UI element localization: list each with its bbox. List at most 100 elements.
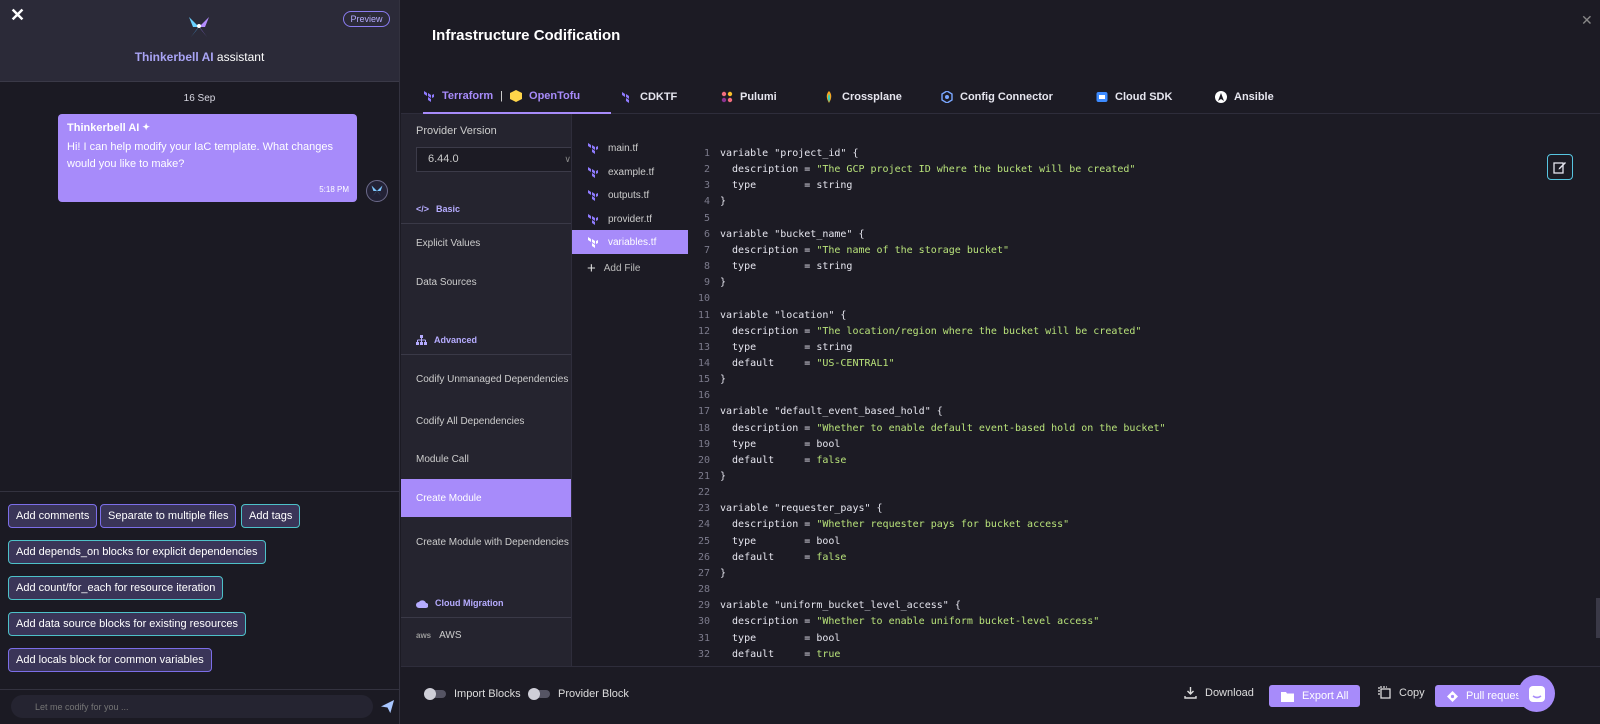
code-token: description = (720, 422, 817, 434)
code-token: type = string (720, 261, 853, 273)
code-line: 18 description = "Whether to enable defa… (687, 421, 1166, 437)
nav-codify-unmanaged[interactable]: Codify Unmanaged Dependencies (401, 363, 571, 395)
line-number: 5 (703, 212, 710, 224)
line-number: 8 (703, 261, 710, 273)
tab-pulumi[interactable]: Pulumi (721, 80, 777, 114)
nav-explicit-values[interactable]: Explicit Values (401, 236, 571, 251)
line-number: 32 (697, 648, 710, 660)
code-token: description = (720, 616, 817, 628)
suggestion-chip[interactable]: Add comments (8, 504, 98, 528)
file-item[interactable]: provider.tf (572, 207, 688, 231)
code-editor[interactable]: 1 variable "project_id" {2 description = … (687, 114, 1577, 666)
tab-cdktf[interactable]: CDKTF (621, 80, 677, 114)
suggestion-chip[interactable]: Add depends_on blocks for explicit depen… (8, 540, 266, 564)
code-line: 9} (687, 275, 726, 291)
export-all-button[interactable]: Export All (1269, 685, 1361, 707)
suggestion-chip[interactable]: Separate to multiple files (100, 504, 237, 528)
line-number: 3 (703, 180, 710, 192)
suggestion-chip[interactable]: Add tags (241, 504, 301, 528)
code-line: 4} (687, 194, 726, 210)
line-number: 28 (697, 584, 710, 596)
provider-version-select[interactable]: 6.44.0 ∨ (416, 147, 582, 172)
tab-ansible[interactable]: Ansible (1215, 80, 1274, 114)
chevron-down-icon: ∨ (564, 154, 571, 164)
file-item[interactable]: example.tf (572, 160, 688, 184)
aws-icon: aws (416, 631, 432, 640)
import-blocks-toggle[interactable]: Import Blocks (424, 688, 521, 700)
copy-button[interactable]: Copy (1378, 686, 1425, 699)
code-line: 5 (687, 211, 720, 227)
divider (401, 223, 571, 224)
divider (401, 617, 571, 618)
code-token: "The location/region where the bucket wi… (816, 325, 1142, 337)
add-file-button[interactable]: + Add File (587, 260, 640, 277)
assistant-title-rest: assistant (213, 50, 265, 64)
file-name: variables.tf (608, 236, 657, 248)
code-line: 20 default = false (687, 453, 846, 469)
suggestion-chips: Add comments Separate to multiple files … (0, 491, 399, 689)
code-token: "US-CENTRAL1" (816, 357, 895, 369)
chat-input[interactable] (11, 695, 373, 718)
message-time: 5:18 PM (319, 185, 349, 194)
suggestion-chip[interactable]: Add data source blocks for existing reso… (8, 612, 246, 636)
code-line: 1 variable "project_id" { (687, 146, 859, 162)
chat-input-bar (0, 689, 399, 724)
tab-config-connector[interactable]: Config Connector (941, 80, 1053, 114)
file-item[interactable]: main.tf (572, 136, 688, 160)
nav-data-sources[interactable]: Data Sources (401, 275, 571, 290)
cloud-icon (416, 599, 428, 608)
line-number: 19 (697, 438, 710, 450)
suggestion-chip[interactable]: Add count/for_each for resource iteratio… (8, 576, 224, 600)
provider-block-toggle[interactable]: Provider Block (528, 688, 629, 700)
nav-codify-all[interactable]: Codify All Dependencies (401, 414, 571, 429)
section-label: Advanced (434, 335, 478, 345)
close-panel-icon[interactable]: ✕ (1581, 12, 1593, 29)
file-item[interactable]: outputs.tf (572, 183, 688, 207)
scrollbar[interactable] (1596, 598, 1600, 638)
nav-create-module-deps[interactable]: Create Module with Dependencies (401, 526, 571, 558)
bottom-action-bar: Import Blocks Provider Block Download Ex… (401, 666, 1600, 724)
code-token: "location" (774, 309, 835, 321)
close-icon[interactable]: ✕ (10, 6, 28, 24)
crossplane-icon (826, 91, 832, 103)
bot-logo-icon (189, 17, 209, 37)
download-icon (1184, 687, 1197, 699)
send-icon[interactable] (380, 699, 395, 714)
nav-create-module[interactable]: Create Module (401, 479, 571, 517)
file-item-active[interactable]: variables.tf (572, 230, 688, 254)
provider-version-label: Provider Version (416, 125, 497, 137)
tab-crossplane[interactable]: Crossplane (823, 80, 902, 114)
page-title: Infrastructure Codification (432, 27, 621, 44)
code-line: 22 (687, 485, 720, 501)
code-token: } (720, 567, 727, 579)
terraform-icon (424, 91, 434, 102)
code-token: { (870, 503, 883, 515)
code-line: 24 description = "Whether requester pays… (687, 517, 1069, 533)
provider-version-value: 6.44.0 (428, 153, 459, 165)
line-number: 12 (697, 325, 710, 337)
download-button[interactable]: Download (1184, 686, 1254, 699)
chat-icon (1528, 685, 1545, 702)
tab-cloud-sdk[interactable]: Cloud SDK (1096, 80, 1172, 114)
code-token: type = string (720, 341, 853, 353)
toggle-switch[interactable] (424, 688, 446, 700)
tab-label: Ansible (1234, 91, 1274, 103)
code-token: type = string (720, 180, 853, 192)
toggle-switch[interactable] (528, 688, 550, 700)
line-number: 9 (703, 277, 710, 289)
folder-icon (1281, 691, 1294, 702)
code-line: 3 type = string (687, 178, 852, 194)
code-line: 17 variable "default_event_based_hold" { (687, 404, 943, 420)
edit-icon (1553, 162, 1566, 174)
code-line: 7 description = "The name of the storage… (687, 243, 1009, 259)
suggestion-chip[interactable]: Add locals block for common variables (8, 648, 212, 672)
code-line: 25 type = bool (687, 534, 840, 550)
nav-module-call[interactable]: Module Call (401, 452, 571, 467)
nav-aws[interactable]: aws AWS (401, 628, 571, 643)
edit-button[interactable] (1547, 154, 1573, 180)
tab-terraform-opentofu[interactable]: Terraform | OpenTofu (423, 80, 611, 114)
chat-launcher-button[interactable] (1518, 675, 1555, 712)
bot-avatar (366, 180, 388, 202)
message-sender-name: Thinkerbell AI (67, 122, 140, 134)
line-number: 15 (697, 374, 710, 386)
